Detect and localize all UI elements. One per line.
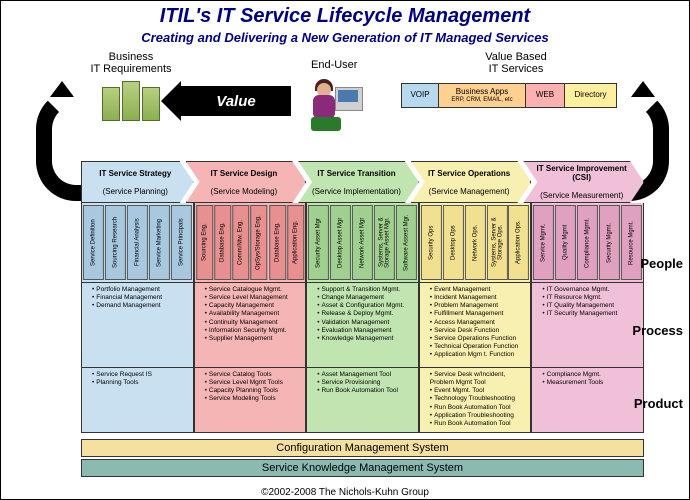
web-box: WEB [525,84,564,107]
end-user-label: End-User [311,59,357,71]
role-bar: Resource Mgmt. [621,205,642,280]
role-bar: Network Ops. [465,205,486,280]
role-bar: Network Asset Mgr [352,205,373,280]
people-row: Service DefinitionSourcing ResearchFinan… [81,203,194,283]
servers-icon [96,81,166,121]
role-bar: Desktop Ops [443,205,464,280]
phase-0: IT Service Strategy(Service Planning)Ser… [81,161,194,461]
value-arrow: Value [181,86,291,116]
directory-box: Directory [564,84,616,107]
process-row: Service Catalogue Mgmt.Service Level Man… [194,283,307,368]
product-row: Service Request ISPlanning Tools [81,368,194,433]
end-user-icon [311,79,371,134]
role-bar: Service Mgmt. [533,205,554,280]
role-bar: Database Eng. [269,205,286,280]
role-bar: Security Mgmt. [599,205,620,280]
role-bar: Sourcing Eng. [196,205,213,280]
phase-2: IT Service Transition(Service Implementa… [306,161,419,461]
role-bar: Financial Analysis [127,205,148,280]
people-row: Service Mgmt.Quality MgmtCompliance Mgmt… [531,203,644,283]
people-row: Security OpsDesktop OpsNetwork Ops.Syste… [419,203,532,283]
role-bar: Security Ops [421,205,442,280]
phase-3: IT Service Operations(Service Management… [419,161,532,461]
product-row: Service Desk w/Incident, Problem Mgmt To… [419,368,532,433]
phase-header: IT Service Operations(Service Management… [411,161,532,203]
knowledge-mgmt-system: Service Knowledge Management System [81,459,644,477]
role-bar: Compliance Mgmt. [577,205,598,280]
role-bar: Application Eng. [287,205,304,280]
process-row: IT Governance Mgmt.IT Resource Mgmt.IT Q… [531,283,644,368]
phase-header: IT Service Strategy(Service Planning) [81,161,194,203]
people-label: People [640,256,683,271]
service-boxes: VOIP Business Apps ERP, CRM, EMAIL, etc … [401,83,617,108]
product-row: Compliance Mgmt.Measurement Tools [531,368,644,433]
role-bar: Security Asset Mgr [308,205,329,280]
voip-box: VOIP [402,84,438,107]
top-section: Business IT Requirements End-User Value … [1,51,689,141]
role-bar: Service Principals [171,205,192,280]
role-bar: Desktop Asset Mgr [330,205,351,280]
config-mgmt-system: Configuration Management System [81,439,644,457]
role-bar: Quality Mgmt [555,205,576,280]
role-bar: Software Assest Mgr. [396,205,417,280]
phase-header: IT Service Improvement (CSI)(Service Mea… [523,161,644,203]
phase-header: IT Service Design(Service Modeling) [186,161,307,203]
role-bar: Application Ops. [508,205,529,280]
role-bar: Comm/Ntw. Eng. [232,205,249,280]
role-bar: Service Marketing [149,205,170,280]
role-bar: Database Eng. [214,205,231,280]
people-row: Sourcing Eng.Database Eng.Comm/Ntw. Eng.… [194,203,307,283]
process-row: Support & Transition Mgmt.Change Managem… [306,283,419,368]
process-row: Portfolio ManagementFinancial Management… [81,283,194,368]
value-based-label: Value Based IT Services [456,51,576,75]
product-label: Product [634,396,683,411]
business-apps-box: Business Apps ERP, CRM, EMAIL, etc [438,84,525,107]
phase-header: IT Service Transition(Service Implementa… [298,161,419,203]
product-row: Asset Management ToolService Provisionin… [306,368,419,433]
phases-row: IT Service Strategy(Service Planning)Ser… [81,161,644,461]
phase-1: IT Service Design(Service Modeling)Sourc… [194,161,307,461]
role-bar: OpSys/Storage Eng. [250,205,267,280]
ba-sub: ERP, CRM, EMAIL, etc [442,97,522,104]
process-row: Event ManagementIncident ManagementProbl… [419,283,532,368]
business-label: Business IT Requirements [71,51,191,75]
product-row: Service Catalog ToolsService Level Mgmt … [194,368,307,433]
role-bar: Service Definition [83,205,104,280]
role-bar: Sourcing Research [105,205,126,280]
role-bar: Systems, Server & Storage Ops. [487,205,508,280]
diagram-container: ITIL's IT Service Lifecycle Management C… [0,0,690,500]
process-label: Process [632,323,683,338]
copyright: ©2002-2008 The Nichols-Kuhn Group [1,487,689,498]
phase-4: IT Service Improvement (CSI)(Service Mea… [531,161,644,461]
role-bar: Systems, Server & Storage Asset Mgr. [374,205,395,280]
main-title: ITIL's IT Service Lifecycle Management [1,5,689,28]
people-row: Security Asset MgrDesktop Asset MgrNetwo… [306,203,419,283]
subtitle: Creating and Delivering a New Generation… [1,30,689,45]
ba-title: Business Apps [442,88,522,97]
